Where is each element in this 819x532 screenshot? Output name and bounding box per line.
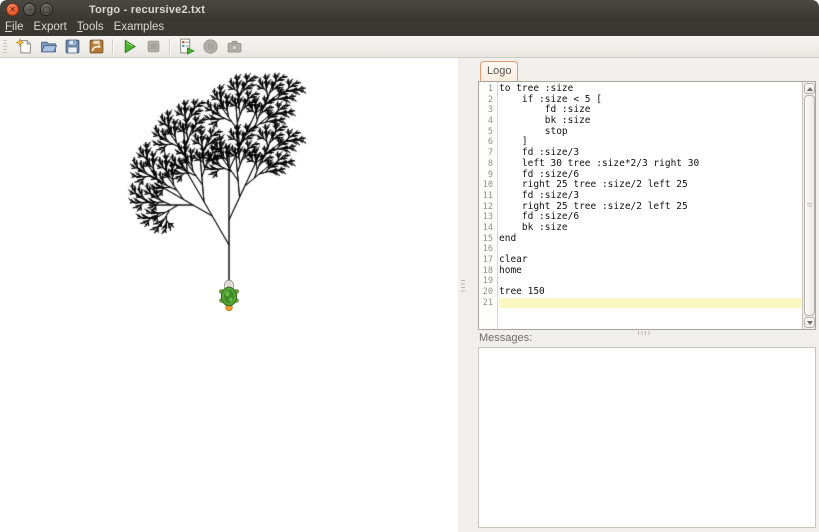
minimize-button[interactable]: – xyxy=(23,3,36,16)
open-file-button[interactable] xyxy=(38,37,58,57)
menu-file[interactable]: File xyxy=(5,19,32,36)
code-lines[interactable]: to tree :size if :size < 5 [ fd :size bk… xyxy=(499,82,802,329)
code-line[interactable]: end xyxy=(499,233,802,245)
app-window: ✕ – ▢ Torgo - recursive2.txt File Export… xyxy=(0,0,819,532)
close-button[interactable]: ✕ xyxy=(6,3,19,16)
stop-square-icon xyxy=(147,40,159,53)
line-numbers: 1 2 3 4 5 6 7 8 9 10 11 12 13 14 15 16 17 18 19 20 21 xyxy=(479,82,498,329)
code-editor[interactable]: 1 2 3 4 5 6 7 8 9 10 11 12 13 14 15 16 17 18 19 20 21 to tre… xyxy=(478,81,816,330)
toolbar-separator xyxy=(112,38,113,55)
save-floppy-icon xyxy=(65,39,79,54)
trace-script-play-icon xyxy=(179,38,195,55)
pause-circle-icon xyxy=(202,39,218,54)
camera-icon xyxy=(227,40,241,53)
turtle-sprite xyxy=(218,279,240,311)
trace-button[interactable] xyxy=(176,37,196,57)
code-line[interactable]: clear xyxy=(499,254,802,266)
run-play-icon xyxy=(124,39,136,54)
menu-export[interactable]: Export xyxy=(34,19,75,36)
line-number: 3 xyxy=(487,105,493,116)
run-button[interactable] xyxy=(119,37,139,57)
open-folder-icon xyxy=(40,41,57,53)
main-area: Logo 1 2 3 4 5 6 7 8 9 10 11 12 13 14 15 16 17 18 19 20 21 t… xyxy=(0,58,819,532)
toolbar-separator xyxy=(169,38,170,55)
code-line[interactable]: tree 150 xyxy=(499,286,802,298)
line-number: 6 xyxy=(487,137,493,148)
toolbar-grip[interactable] xyxy=(3,39,7,54)
line-number: 1 xyxy=(487,84,493,94)
up-arrow-icon xyxy=(806,86,813,91)
export-floppy-arrow-icon xyxy=(89,39,103,54)
menu-examples[interactable]: Examples xyxy=(114,19,173,36)
minimize-icon: – xyxy=(27,4,32,14)
scrollbar-thumb[interactable] xyxy=(804,95,815,316)
maximize-icon: ▢ xyxy=(42,4,51,14)
new-file-icon xyxy=(15,38,31,54)
stop-button[interactable] xyxy=(143,37,163,57)
line-number: 8 xyxy=(487,158,493,169)
code-line[interactable]: bk :size xyxy=(499,222,802,234)
line-number: 11 xyxy=(482,190,493,201)
turtle-graphics-area xyxy=(0,58,458,532)
line-number: 4 xyxy=(487,116,493,127)
line-number: 19 xyxy=(482,276,493,287)
code-line[interactable] xyxy=(499,297,802,309)
line-number: 16 xyxy=(482,244,493,255)
menu-tools[interactable]: Tools xyxy=(77,19,112,36)
line-number: 20 xyxy=(482,287,493,298)
save-file-button[interactable] xyxy=(62,37,82,57)
vertical-splitter-grip xyxy=(461,280,465,294)
line-number: 10 xyxy=(482,180,493,191)
line-number: 13 xyxy=(482,212,493,223)
messages-label: Messages: xyxy=(479,332,533,344)
toolbar xyxy=(0,36,819,58)
new-file-button[interactable] xyxy=(14,37,34,57)
tab-logo[interactable]: Logo xyxy=(480,61,519,81)
scroll-up-button[interactable] xyxy=(804,83,815,94)
line-number: 7 xyxy=(487,148,493,159)
menubar: File Export Tools Examples xyxy=(0,19,819,36)
export-button[interactable] xyxy=(86,37,106,57)
horizontal-splitter-grip[interactable] xyxy=(638,331,652,335)
line-number: 14 xyxy=(482,222,493,233)
code-line[interactable]: fd :size/3 xyxy=(499,190,802,202)
maximize-button[interactable]: ▢ xyxy=(40,3,53,16)
line-number: 12 xyxy=(482,201,493,212)
close-icon: ✕ xyxy=(9,4,16,14)
down-arrow-icon xyxy=(806,320,813,325)
vertical-splitter[interactable] xyxy=(458,58,476,532)
line-number: 2 xyxy=(487,94,493,105)
window-controls: ✕ – ▢ xyxy=(6,3,53,16)
line-number: 9 xyxy=(487,169,493,180)
line-number: 18 xyxy=(482,265,493,276)
messages-output[interactable] xyxy=(478,347,816,528)
titlebar[interactable]: ✕ – ▢ Torgo - recursive2.txt xyxy=(0,0,819,19)
code-line[interactable]: left 30 tree :size*2/3 right 30 xyxy=(499,158,802,170)
pause-button[interactable] xyxy=(200,37,220,57)
window-title: Torgo - recursive2.txt xyxy=(89,3,206,16)
editor-scrollbar[interactable] xyxy=(802,82,815,329)
editor-panel: Logo 1 2 3 4 5 6 7 8 9 10 11 12 13 14 15 16 17 18 19 20 21 t… xyxy=(476,58,819,532)
scroll-down-button[interactable] xyxy=(804,317,815,328)
line-number: 21 xyxy=(482,297,493,308)
line-number: 17 xyxy=(482,255,493,265)
screenshot-button[interactable] xyxy=(224,37,244,57)
line-number: 15 xyxy=(482,233,493,244)
code-line[interactable]: home xyxy=(499,265,802,277)
line-number: 5 xyxy=(487,126,493,137)
code-line[interactable]: stop xyxy=(499,126,802,138)
code-line[interactable] xyxy=(499,244,802,255)
